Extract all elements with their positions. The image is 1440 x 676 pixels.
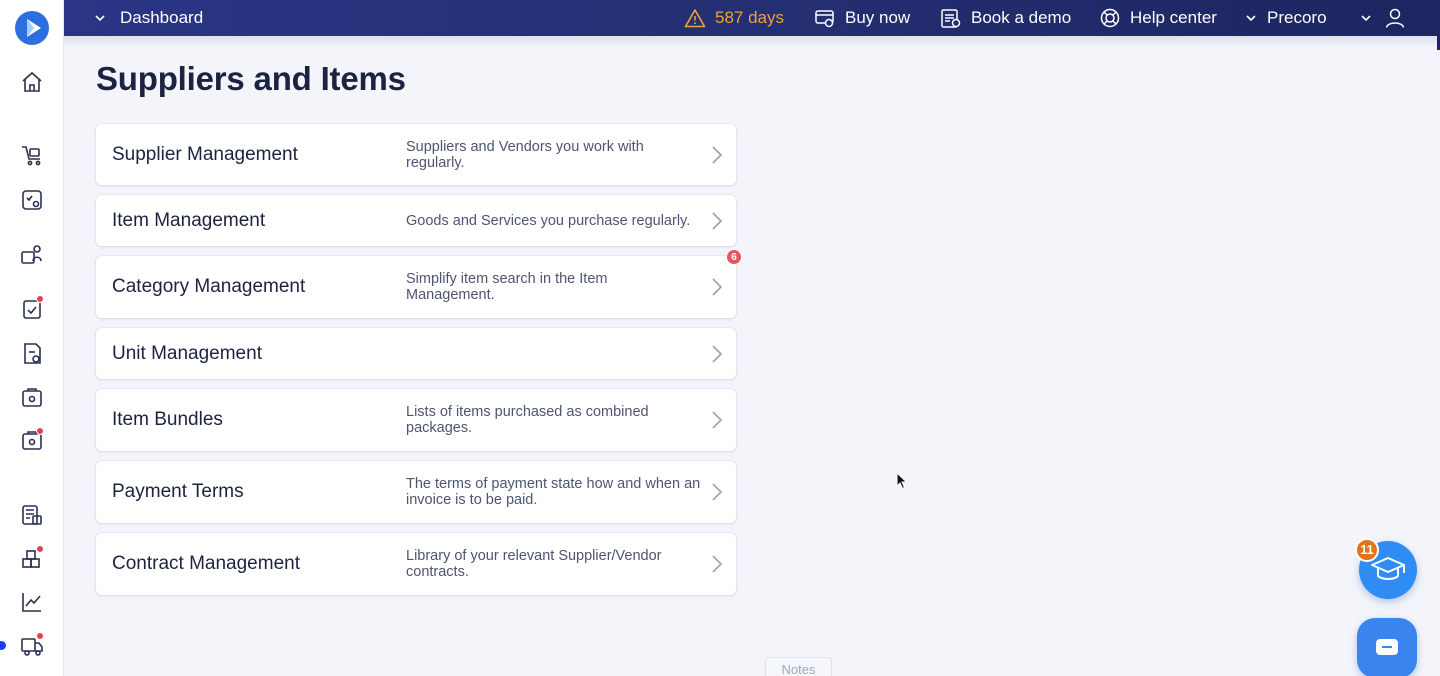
notification-dot: [36, 295, 44, 303]
category-count-badge: 6: [726, 249, 742, 265]
notification-dot: [36, 427, 44, 435]
card-title: Item Management: [112, 209, 266, 231]
active-indicator: [0, 641, 6, 650]
card-title: Contract Management: [112, 553, 300, 574]
chevron-down-icon: [1361, 15, 1371, 22]
chevron-right-icon: [712, 278, 723, 296]
card-item-bundles[interactable]: Item Bundles Lists of items purchased as…: [96, 389, 736, 451]
card-item-management[interactable]: Item Management Goods and Services you p…: [96, 195, 736, 246]
buy-now-button[interactable]: Buy now: [814, 0, 910, 36]
notification-dot: [36, 632, 44, 640]
help-center-button[interactable]: Help center: [1099, 0, 1217, 36]
card-category-management[interactable]: Category Management Simplify item search…: [96, 256, 736, 318]
user-menu[interactable]: [1360, 0, 1406, 36]
card-title: Category Management: [112, 276, 306, 297]
warning-icon: [684, 9, 706, 28]
invoices-icon[interactable]: [19, 385, 45, 411]
budgets-icon[interactable]: [19, 502, 45, 528]
receipts-icon[interactable]: [19, 341, 45, 367]
book-demo-button[interactable]: Book a demo: [940, 0, 1071, 36]
card-unit-management[interactable]: Unit Management: [96, 328, 736, 379]
dashboard-dropdown[interactable]: Dashboard: [94, 0, 203, 36]
topbar: Dashboard 587 days Buy now Book a demo H…: [64, 0, 1440, 36]
suppliers-icon[interactable]: [19, 241, 45, 267]
chevron-right-icon: [712, 411, 723, 429]
card-title: Payment Terms: [112, 481, 244, 502]
card-description: Library of your relevant Supplier/Vendor…: [406, 548, 662, 580]
card-description: Simplify item search in the Item Managem…: [406, 271, 608, 303]
mouse-cursor-icon: [896, 472, 908, 490]
card-supplier-management[interactable]: Supplier Management Suppliers and Vendor…: [96, 124, 736, 185]
card-description: The terms of payment state how and when …: [406, 476, 701, 508]
help-center-label: Help center: [1130, 8, 1217, 27]
purchase-cart-icon[interactable]: [19, 142, 45, 168]
topbar-shadow: [64, 36, 1440, 48]
delivery-icon[interactable]: [19, 632, 45, 659]
card-description: Lists of items purchased as combined pac…: [406, 404, 649, 436]
company-name: Precoro: [1267, 8, 1327, 27]
notes-tab[interactable]: Notes: [765, 657, 832, 676]
inventory-icon[interactable]: [19, 545, 45, 572]
card-title: Item Bundles: [112, 409, 223, 430]
orders-icon[interactable]: [19, 295, 45, 322]
approvals-icon[interactable]: [19, 187, 45, 213]
card-contract-management[interactable]: Contract Management Library of your rele…: [96, 533, 736, 595]
book-demo-label: Book a demo: [971, 8, 1072, 27]
buy-now-label: Buy now: [845, 8, 911, 27]
card-description: Suppliers and Vendors you work with regu…: [406, 138, 644, 171]
payments-icon[interactable]: [19, 427, 45, 454]
trial-days-text: 587 days: [715, 8, 784, 27]
chevron-down-icon: [95, 15, 105, 22]
precoro-logo[interactable]: [15, 11, 49, 45]
chevron-right-icon: [712, 555, 723, 573]
calendar-icon: [941, 9, 961, 28]
chevron-right-icon: [712, 145, 723, 164]
lifebuoy-icon: [1100, 8, 1120, 28]
company-dropdown[interactable]: Precoro: [1245, 0, 1327, 36]
chat-icon: [1376, 639, 1398, 655]
notification-dot: [36, 545, 44, 553]
chevron-right-icon: [712, 344, 723, 363]
user-icon: [1385, 8, 1405, 28]
chat-button[interactable]: [1357, 618, 1417, 676]
education-count-badge: 11: [1355, 538, 1379, 562]
card-title: Supplier Management: [112, 143, 298, 165]
card-title: Unit Management: [112, 342, 262, 364]
trial-days-indicator[interactable]: 587 days: [684, 0, 784, 36]
home-icon[interactable]: [19, 69, 45, 95]
page-title: Suppliers and Items: [96, 60, 406, 97]
card-description: Goods and Services you purchase regularl…: [406, 212, 691, 229]
chevron-down-icon: [1246, 15, 1256, 22]
analytics-icon[interactable]: [19, 589, 45, 615]
chevron-right-icon: [712, 211, 723, 230]
dashboard-label: Dashboard: [120, 8, 204, 27]
sidebar: [0, 0, 64, 676]
card-payment-terms[interactable]: Payment Terms The terms of payment state…: [96, 461, 736, 523]
buy-icon: [815, 10, 834, 28]
chevron-right-icon: [712, 483, 723, 501]
